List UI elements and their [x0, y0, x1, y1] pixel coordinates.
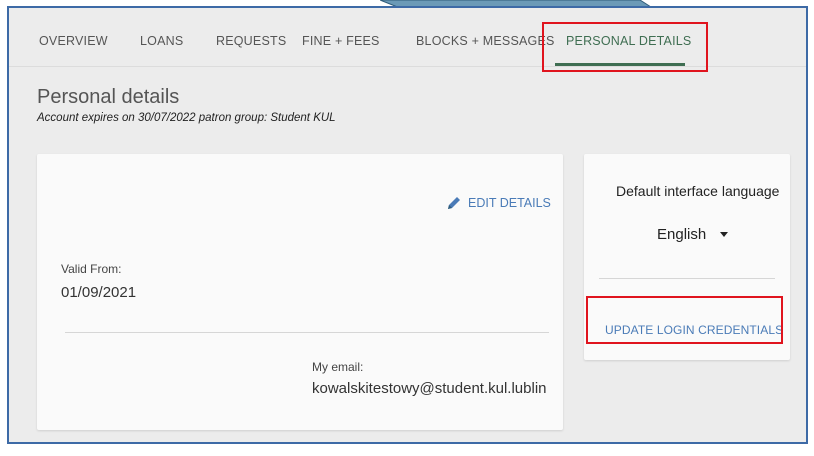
- tab-requests[interactable]: REQUESTS: [216, 34, 286, 48]
- tab-blocks-messages[interactable]: BLOCKS + MESSAGES: [416, 34, 555, 48]
- details-divider: [65, 332, 549, 333]
- edit-details-button[interactable]: EDIT DETAILS: [446, 195, 551, 211]
- tab-fine-fees[interactable]: FINE + FEES: [302, 34, 380, 48]
- language-select[interactable]: English: [657, 226, 729, 243]
- page-title: Personal details: [37, 86, 180, 108]
- language-selected-value: English: [657, 226, 707, 243]
- app-frame: OVERVIEW LOANS REQUESTS FINE + FEES BLOC…: [7, 6, 808, 444]
- highlight-box-tab: [542, 22, 708, 72]
- valid-from-value: 01/09/2021: [61, 284, 137, 301]
- highlight-box-credentials: [586, 296, 783, 344]
- email-value: kowalskitestowy@student.kul.lublin: [312, 380, 547, 397]
- valid-from-label: Valid From:: [61, 262, 122, 276]
- email-label: My email:: [312, 360, 364, 374]
- tab-loans[interactable]: LOANS: [140, 34, 183, 48]
- account-expiry-text: Account expires on 30/07/2022 patron gro…: [37, 112, 336, 124]
- caret-down-icon: [720, 232, 729, 237]
- language-divider: [599, 278, 775, 279]
- tab-overview[interactable]: OVERVIEW: [39, 34, 108, 48]
- pencil-icon: [448, 197, 460, 209]
- edit-details-label: EDIT DETAILS: [468, 196, 551, 210]
- language-heading: Default interface language: [616, 183, 780, 199]
